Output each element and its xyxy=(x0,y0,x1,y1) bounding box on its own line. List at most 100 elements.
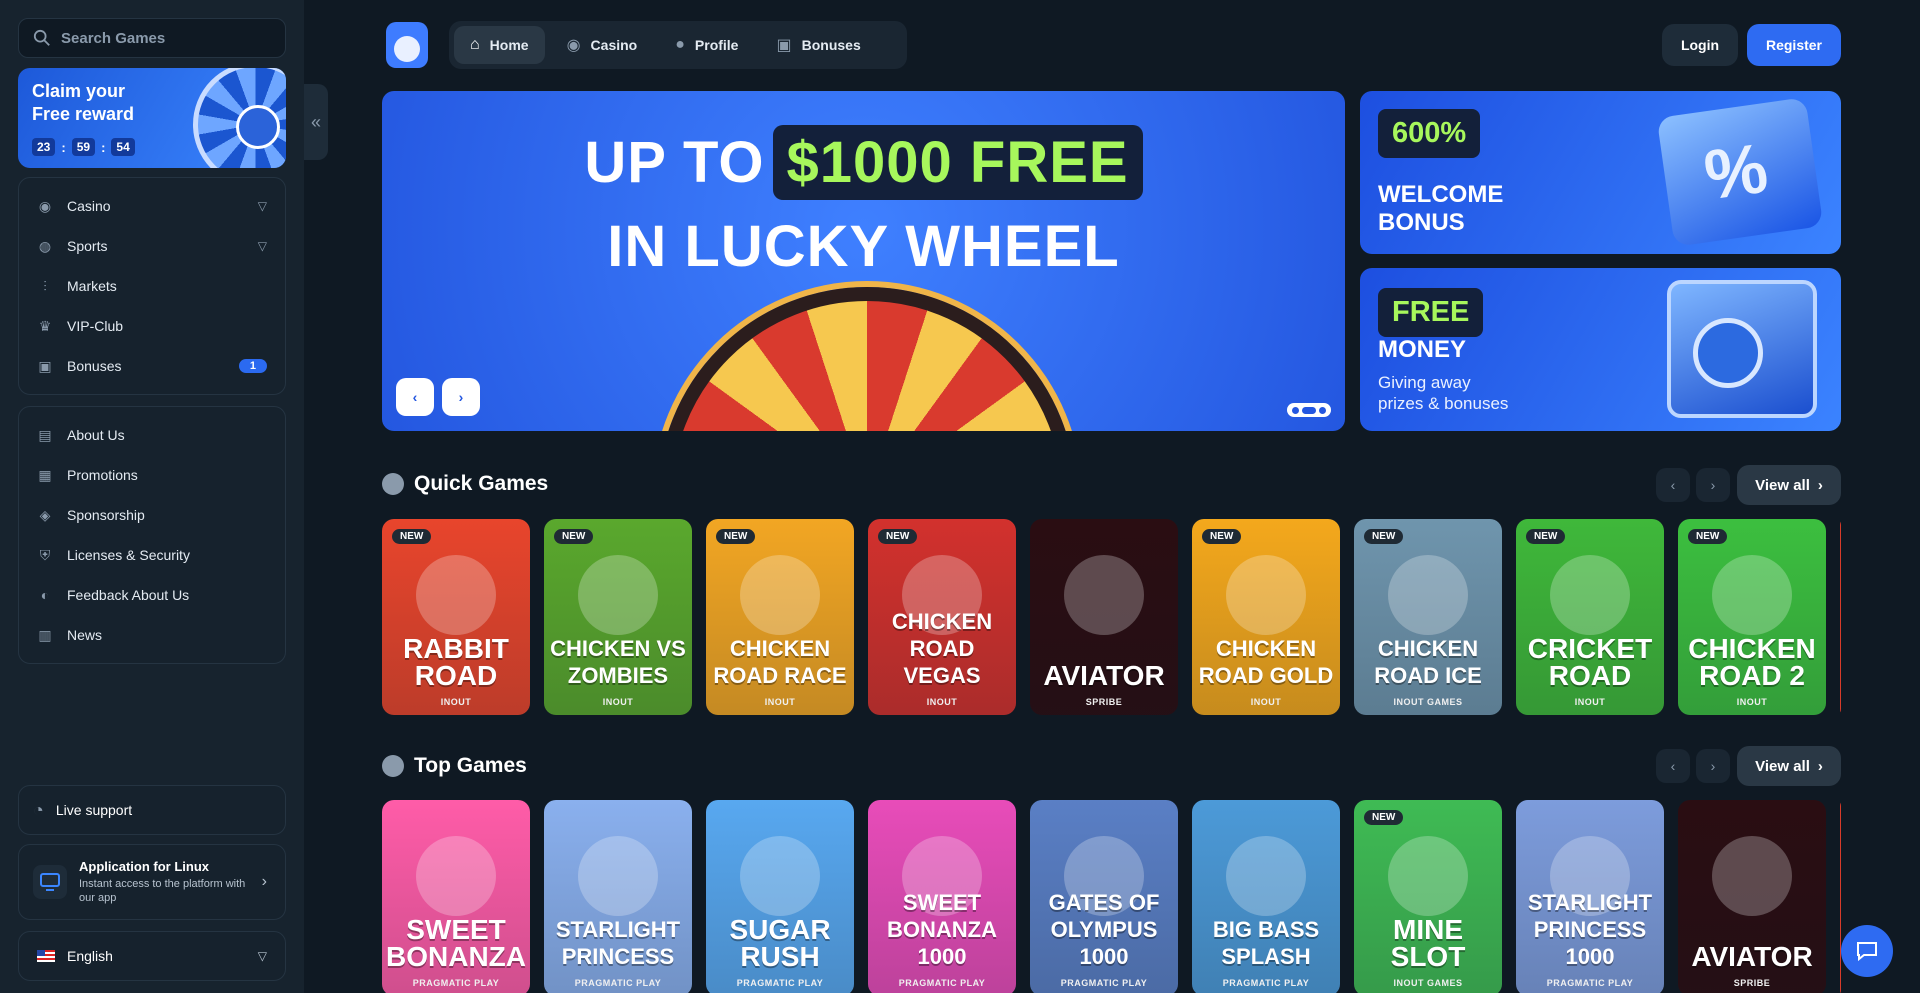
game-card[interactable]: NEW CHICKEN ROAD VEGAS INOUT xyxy=(868,519,1016,715)
tab-profile[interactable]: ● Profile xyxy=(659,26,754,64)
hero-prev-button[interactable]: ‹ xyxy=(396,378,434,416)
game-title: BIG BASS SPLASH xyxy=(1212,917,1320,969)
gift-box-percent-icon xyxy=(1656,97,1824,247)
game-card[interactable]: GATES OF OLYMPUS 1000 PRAGMATIC PLAY xyxy=(1030,800,1178,993)
collapse-sidebar-button[interactable]: « xyxy=(304,84,328,160)
game-card[interactable]: NEW CHICKEN ROAD ICE INOUT GAMES xyxy=(1354,519,1502,715)
quick-games-row: NEW RABBIT ROAD INOUT NEW CHICKEN VS ZOMBIES… xyxy=(382,519,1841,715)
sidebar-item-licenses-security[interactable]: ⛨ Licenses & Security xyxy=(19,535,285,575)
game-art xyxy=(1226,555,1306,635)
tickets-icon: ▦ xyxy=(38,466,52,483)
chevron-down-icon: ▽ xyxy=(257,949,267,963)
markets-icon: ⫶ xyxy=(43,277,47,294)
tab-casino[interactable]: ◉ Casino xyxy=(551,26,654,64)
live-support-button[interactable]: ◔ Live support xyxy=(18,785,286,835)
casino-icon: ◉ xyxy=(38,197,52,214)
tab-bonuses[interactable]: ▣ Bonuses xyxy=(760,26,876,64)
tab-home[interactable]: ⌂ Home xyxy=(454,26,545,64)
game-card-partial[interactable] xyxy=(1840,519,1841,715)
game-card-partial[interactable] xyxy=(1840,800,1841,993)
sidebar-item-markets[interactable]: ⫶ Markets xyxy=(19,266,285,306)
game-title: CHICKEN VS ZOMBIES xyxy=(550,636,686,688)
language-select[interactable]: English ▽ xyxy=(18,931,286,981)
top-games-heading: Top Games xyxy=(382,754,527,778)
timer-minutes: 59 xyxy=(71,138,96,156)
game-card[interactable]: AVIATOR SPRIBE xyxy=(1030,519,1178,715)
sidebar-item-sponsorship[interactable]: ◈ Sponsorship xyxy=(19,495,285,535)
game-provider: INOUT xyxy=(1736,697,1768,707)
game-card[interactable]: AVIATOR SPRIBE xyxy=(1678,800,1826,993)
hero-headline: UP TO $1000 FREE xyxy=(382,125,1345,200)
game-art xyxy=(416,836,496,916)
quick-games-view-all-button[interactable]: View all › xyxy=(1737,465,1841,505)
quick-games-prev-button[interactable]: ‹ xyxy=(1656,468,1690,502)
hero-next-button[interactable]: › xyxy=(442,378,480,416)
register-button[interactable]: Register xyxy=(1747,24,1841,66)
game-card[interactable]: BIG BASS SPLASH PRAGMATIC PLAY xyxy=(1192,800,1340,993)
game-art xyxy=(740,836,820,916)
sidebar-item-about-us[interactable]: ▤ About Us xyxy=(19,415,285,455)
fire-icon xyxy=(382,755,404,777)
game-title: AVIATOR xyxy=(1043,660,1165,691)
game-card[interactable]: NEW CRICKET ROAD INOUT xyxy=(1516,519,1664,715)
game-card[interactable]: NEW RABBIT ROAD INOUT xyxy=(382,519,530,715)
sidebar-item-promotions[interactable]: ▦ Promotions xyxy=(19,455,285,495)
chevron-right-icon: › xyxy=(1817,757,1823,775)
game-card[interactable]: NEW CHICKEN ROAD 2 INOUT xyxy=(1678,519,1826,715)
promo-title: WELCOME BONUS xyxy=(1378,181,1504,236)
top-games-view-all-button[interactable]: View all › xyxy=(1737,746,1841,786)
new-badge: NEW xyxy=(1688,529,1728,544)
game-art xyxy=(1388,555,1468,635)
slide-dot[interactable] xyxy=(1292,406,1299,414)
game-card[interactable]: SUGAR RUSH PRAGMATIC PLAY xyxy=(706,800,854,993)
game-card[interactable]: NEW CHICKEN VS ZOMBIES INOUT xyxy=(544,519,692,715)
chevron-right-icon: › xyxy=(1817,476,1823,494)
game-provider: PRAGMATIC PLAY xyxy=(574,978,662,988)
gift-icon: ▣ xyxy=(38,357,52,374)
login-button[interactable]: Login xyxy=(1662,24,1738,66)
app-download-card[interactable]: Application for Linux Instant access to … xyxy=(18,844,286,920)
chat-support-button[interactable] xyxy=(1841,925,1893,977)
game-provider: INOUT xyxy=(764,697,796,707)
game-art xyxy=(416,555,496,635)
game-title: SWEET BONANZA xyxy=(386,914,526,972)
top-games-prev-button[interactable]: ‹ xyxy=(1656,749,1690,783)
game-card[interactable]: STARLIGHT PRINCESS 1000 PRAGMATIC PLAY xyxy=(1516,800,1664,993)
game-title: GATES OF OLYMPUS 1000 xyxy=(1048,890,1160,969)
game-card[interactable]: STARLIGHT PRINCESS PRAGMATIC PLAY xyxy=(544,800,692,993)
sidebar-item-feedback[interactable]: ◐ Feedback About Us xyxy=(19,575,285,615)
game-provider: PRAGMATIC PLAY xyxy=(898,978,986,988)
app-subtitle: Instant access to the platform with our … xyxy=(79,878,246,904)
claim-reward-banner[interactable]: Claim your Free reward 23 : 59 : 54 xyxy=(18,68,286,168)
game-provider: INOUT xyxy=(926,697,958,707)
game-title: CHICKEN ROAD RACE xyxy=(713,636,847,688)
sidebar-item-casino[interactable]: ◉ Casino ▽ xyxy=(19,186,285,226)
game-card[interactable]: NEW CHICKEN ROAD RACE INOUT xyxy=(706,519,854,715)
game-provider: INOUT xyxy=(602,697,634,707)
game-art xyxy=(1712,836,1792,916)
game-title: AVIATOR xyxy=(1691,941,1813,972)
game-provider: INOUT xyxy=(440,697,472,707)
game-art xyxy=(578,555,658,635)
game-card[interactable]: SWEET BONANZA PRAGMATIC PLAY xyxy=(382,800,530,993)
game-art xyxy=(1712,555,1792,635)
sidebar-item-vip-club[interactable]: ♛ VIP-Club xyxy=(19,306,285,346)
sidebar-item-sports[interactable]: ◍ Sports ▽ xyxy=(19,226,285,266)
top-games-next-button[interactable]: › xyxy=(1696,749,1730,783)
welcome-bonus-promo[interactable]: 600% WELCOME BONUS xyxy=(1360,91,1841,254)
timer-seconds: 54 xyxy=(111,138,135,156)
news-icon: ▥ xyxy=(38,626,52,643)
game-card[interactable]: SWEET BONANZA 1000 PRAGMATIC PLAY xyxy=(868,800,1016,993)
slide-dot[interactable] xyxy=(1319,406,1326,414)
free-money-promo[interactable]: FREE MONEY Giving away prizes & bonuses xyxy=(1360,268,1841,431)
sidebar-item-bonuses[interactable]: ▣ Bonuses 1 xyxy=(19,346,285,386)
game-provider: PRAGMATIC PLAY xyxy=(736,978,824,988)
slide-dot-active[interactable] xyxy=(1302,406,1316,414)
sidebar-item-news[interactable]: ▥ News xyxy=(19,615,285,655)
search-input[interactable]: Search Games xyxy=(18,18,286,58)
game-card[interactable]: NEW MINE SLOT INOUT GAMES xyxy=(1354,800,1502,993)
hero-banner[interactable]: UP TO $1000 FREE IN LUCKY WHEEL ‹ › xyxy=(382,91,1345,431)
site-logo[interactable] xyxy=(386,22,428,68)
quick-games-next-button[interactable]: › xyxy=(1696,468,1730,502)
game-card[interactable]: NEW CHICKEN ROAD GOLD INOUT xyxy=(1192,519,1340,715)
